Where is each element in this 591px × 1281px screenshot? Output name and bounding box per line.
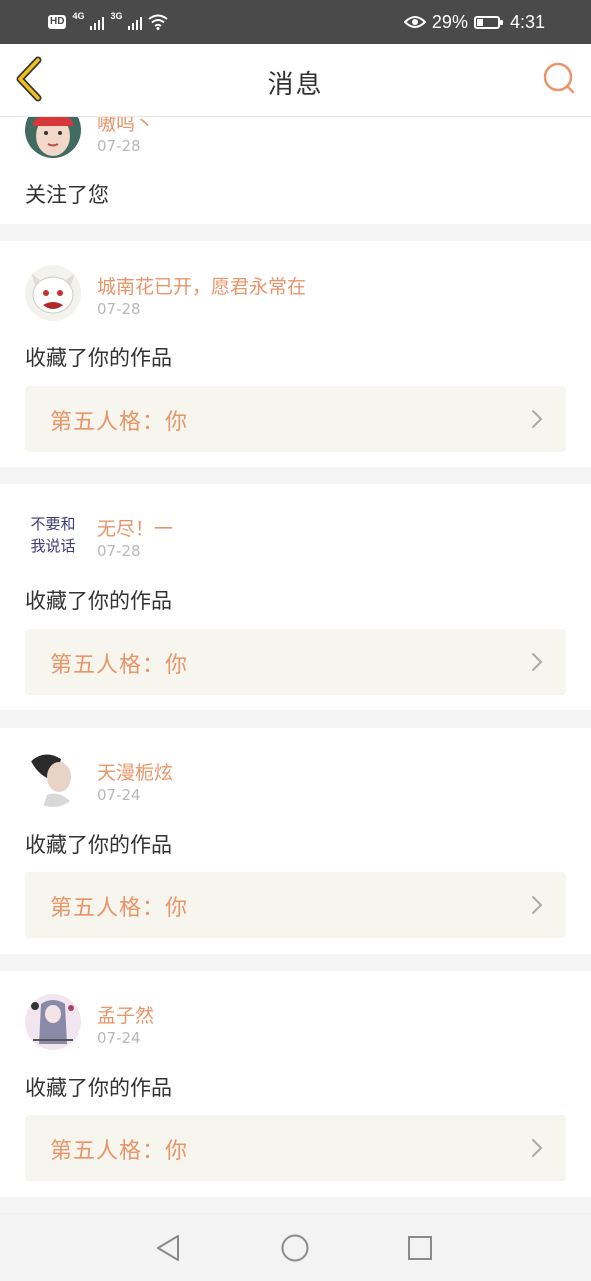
username[interactable]: 天漫栀炫: [97, 758, 173, 785]
signal-icon-2: [128, 14, 143, 30]
hd-badge: HD: [48, 15, 67, 29]
status-right: 29% 4:31: [403, 10, 545, 34]
chevron-right-icon: [532, 410, 543, 428]
timestamp: 07-28: [97, 137, 141, 155]
timestamp: 07-28: [97, 300, 141, 318]
home-circle-icon: [281, 1234, 309, 1262]
system-nav-bar: [0, 1213, 591, 1281]
avatar[interactable]: [25, 117, 81, 158]
notification-card: 城南花已开，愿君永常在 07-28 收藏了你的作品 第五人格：你: [0, 241, 591, 467]
timestamp: 07-24: [97, 786, 141, 804]
chevron-right-icon: [532, 653, 543, 671]
username[interactable]: 无尽！一: [97, 514, 173, 541]
chevron-right-icon: [532, 896, 543, 914]
work-link[interactable]: 第五人格：你: [25, 386, 566, 452]
app-header: 消息: [0, 44, 591, 117]
avatar[interactable]: [25, 265, 81, 321]
back-triangle-icon: [157, 1235, 179, 1261]
avatar-text-line: 不要和: [30, 515, 76, 533]
action-text: 收藏了你的作品: [25, 346, 172, 370]
timestamp: 07-28: [97, 542, 141, 560]
avatar[interactable]: [25, 751, 81, 807]
notification-list[interactable]: 嗷呜丶 07-28 关注了您 城南花已开，愿君永常在 07-28 收藏了你的作品…: [0, 117, 591, 1213]
action-text: 收藏了你的作品: [25, 1076, 172, 1100]
status-bar: HD 4G 3G 29% 4:31: [0, 0, 591, 44]
action-text: 收藏了你的作品: [25, 833, 172, 857]
action-text: 关注了您: [25, 183, 109, 207]
search-icon: [543, 62, 575, 94]
notification-card: 不要和 我说话 无尽！一 07-28 收藏了你的作品 第五人格：你: [0, 484, 591, 710]
nav-recents-button[interactable]: [404, 1232, 436, 1264]
status-left: HD 4G 3G: [48, 10, 169, 34]
timestamp: 07-24: [97, 1029, 141, 1047]
chevron-right-icon: [532, 1139, 543, 1157]
battery-icon: [473, 15, 503, 29]
action-text: 收藏了你的作品: [25, 589, 172, 613]
work-link[interactable]: 第五人格：你: [25, 1115, 566, 1181]
eye-icon: [403, 16, 426, 28]
notification-card: 天漫栀炫 07-24 收藏了你的作品 第五人格：你: [0, 728, 591, 954]
avatar-image: [25, 265, 81, 321]
work-link[interactable]: 第五人格：你: [25, 872, 566, 938]
username[interactable]: 嗷呜丶: [97, 117, 154, 136]
notification-card: 嗷呜丶 07-28 关注了您: [0, 117, 591, 224]
avatar-image: [25, 994, 81, 1050]
recents-square-icon: [408, 1236, 432, 1260]
nav-back-button[interactable]: [152, 1232, 184, 1264]
username[interactable]: 城南花已开，愿君永常在: [97, 272, 306, 299]
work-title: 第五人格：你: [50, 1139, 189, 1164]
search-button[interactable]: [541, 60, 577, 96]
avatar[interactable]: [25, 994, 81, 1050]
page-title: 消息: [267, 70, 324, 100]
work-title: 第五人格：你: [50, 410, 189, 435]
work-link[interactable]: 第五人格：你: [25, 629, 566, 695]
username[interactable]: 孟子然: [97, 1001, 154, 1028]
avatar-image: [25, 751, 81, 807]
avatar-image: [25, 117, 81, 158]
network-3g-label: 3G: [110, 11, 123, 21]
clock: 4:31: [509, 11, 545, 32]
notification-card: 孟子然 07-24 收藏了你的作品 第五人格：你: [0, 971, 591, 1197]
wifi-icon: [148, 14, 169, 30]
avatar[interactable]: 不要和 我说话: [25, 508, 81, 564]
work-title: 第五人格：你: [50, 653, 189, 678]
nav-home-button[interactable]: [279, 1232, 311, 1264]
network-4g-label: 4G: [72, 11, 85, 21]
signal-icon: [90, 14, 105, 30]
work-title: 第五人格：你: [50, 896, 189, 921]
battery-percent: 29%: [431, 11, 468, 32]
avatar-text-line: 我说话: [30, 537, 76, 555]
